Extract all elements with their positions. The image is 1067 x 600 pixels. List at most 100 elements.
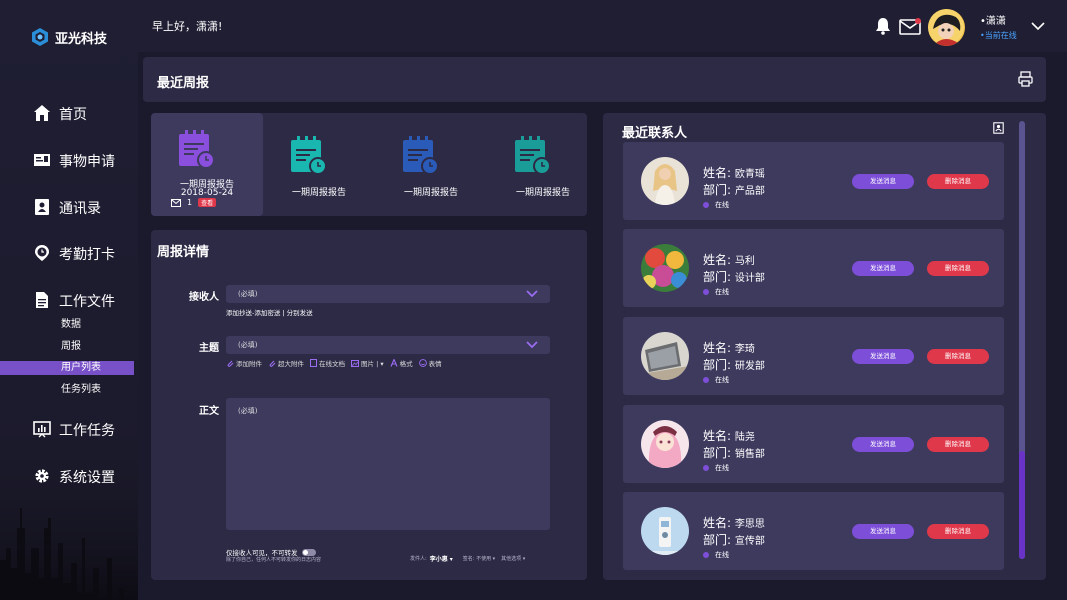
delete-message-button[interactable]: 删除消息 xyxy=(927,261,989,276)
contact-card[interactable]: 姓名: 欧青瑶 部门: 产品部 在线 发送消息 删除消息 xyxy=(623,142,1004,220)
status-dot xyxy=(703,465,709,471)
clock-pin-icon xyxy=(35,245,49,261)
name-label: 姓名: xyxy=(703,516,732,530)
contact-card[interactable]: 姓名: 李琦 部门: 研发部 在线 发送消息 删除消息 xyxy=(623,317,1004,395)
address-book-icon[interactable] xyxy=(993,122,1004,134)
send-message-button[interactable]: 发送消息 xyxy=(852,524,914,539)
nav-item-settings[interactable]: 系统设置 xyxy=(0,465,138,489)
mail-icon[interactable] xyxy=(899,18,921,35)
body-label: 正文 xyxy=(199,406,219,417)
recipient-input[interactable]: (必填) xyxy=(226,285,550,303)
nav-item-work-tasks[interactable]: 工作任务 xyxy=(0,418,138,442)
report-card[interactable]: 一期周报报告 2018-05-24 1 查看 xyxy=(151,113,263,216)
chevron-down-icon[interactable] xyxy=(526,341,538,349)
subnav-item-data[interactable]: 数据 xyxy=(0,318,134,332)
body-placeholder: (必填) xyxy=(238,407,258,415)
details-title: 周报详情 xyxy=(157,245,210,260)
view-badge[interactable]: 查看 xyxy=(198,198,217,207)
nav-item-apply[interactable]: 事物申请 xyxy=(0,149,138,173)
report-label: 一期周报报告 xyxy=(291,188,346,198)
page-title: 最近周报 xyxy=(157,76,210,91)
dept-label: 部门: xyxy=(703,358,732,372)
top-bar: 早上好，潇潇! •潇潇 •当前在线 xyxy=(138,0,1067,52)
contact-dept: 销售部 xyxy=(734,449,765,460)
nav-item-attendance[interactable]: 考勤打卡 xyxy=(0,242,138,266)
user-avatar-image xyxy=(928,9,964,46)
greeting: 早上好，潇潇! xyxy=(152,20,223,33)
report-card[interactable]: 一期周报报告 xyxy=(263,113,375,216)
large-attach-button[interactable]: 超大附件 xyxy=(268,358,304,368)
send-message-button[interactable]: 发送消息 xyxy=(852,349,914,364)
image-button[interactable]: 图片 | ▾ xyxy=(351,358,384,368)
body-textarea[interactable]: (必填) xyxy=(226,398,550,530)
recipient-hint[interactable]: 添加抄送-添加密送 | 分别发送 xyxy=(226,307,313,317)
recent-weekly-header: 最近周报 xyxy=(143,57,1046,102)
sender-select[interactable]: 李小惠 ▾ xyxy=(430,554,453,563)
logo-icon xyxy=(32,28,48,46)
status-dot xyxy=(703,202,709,208)
contacts-scrollbar[interactable] xyxy=(1019,121,1025,559)
contact-photo xyxy=(641,420,689,468)
online-status: 在线 xyxy=(703,287,729,297)
tool-label: 添加附件 xyxy=(236,360,262,368)
delete-message-button[interactable]: 删除消息 xyxy=(927,349,989,364)
attach-button[interactable]: 添加附件 xyxy=(226,358,262,368)
emoji-button[interactable]: 表情 xyxy=(418,358,442,368)
contact-card[interactable]: 姓名: 马利 部门: 设计部 在线 发送消息 删除消息 xyxy=(623,229,1004,307)
visibility-subnote: 除了你自己，任何人不可转发你的日志内容 xyxy=(226,557,322,563)
contact-dept: 宣传部 xyxy=(734,536,765,547)
scrollbar-thumb[interactable] xyxy=(1019,451,1025,559)
send-message-button[interactable]: 发送消息 xyxy=(852,437,914,452)
online-status: 在线 xyxy=(703,200,729,210)
nav-label: 工作任务 xyxy=(59,423,115,439)
other-options-select[interactable]: 其他选项 ▾ xyxy=(501,555,525,562)
dept-label: 部门: xyxy=(703,446,732,460)
dept-label: 部门: xyxy=(703,270,732,284)
chevron-down-icon[interactable] xyxy=(1031,22,1045,31)
subnav-item-user-list[interactable]: 用户列表 xyxy=(0,361,134,375)
logo[interactable]: 亚光科技 xyxy=(30,27,107,47)
status-text: 在线 xyxy=(715,551,729,559)
bell-icon[interactable] xyxy=(875,17,891,35)
status-dot xyxy=(703,289,709,295)
user-status: •当前在线 xyxy=(980,31,1017,40)
send-message-button[interactable]: 发送消息 xyxy=(852,174,914,189)
signature-select[interactable]: 签名: 不使用 ▾ xyxy=(463,555,495,562)
status-dot xyxy=(703,552,709,558)
chevron-down-icon[interactable] xyxy=(526,290,538,298)
online-doc-button[interactable]: 在线文档 xyxy=(310,358,345,368)
report-card[interactable]: 一期周报报告 xyxy=(487,113,599,216)
delete-message-button[interactable]: 删除消息 xyxy=(927,524,989,539)
nav-item-home[interactable]: 首页 xyxy=(0,102,138,126)
calendar-clock-icon xyxy=(403,136,439,175)
printer-icon[interactable] xyxy=(1018,71,1033,87)
recipient-label: 接收人 xyxy=(189,292,219,303)
avatar[interactable] xyxy=(928,9,965,46)
subnav-item-task-list[interactable]: 任务列表 xyxy=(0,383,134,397)
contact-card[interactable]: 姓名: 李思思 部门: 宣传部 在线 发送消息 删除消息 xyxy=(623,492,1004,570)
report-label: 一期周报报告 xyxy=(515,188,570,198)
tool-label: 格式 xyxy=(399,360,413,368)
delete-message-button[interactable]: 删除消息 xyxy=(927,174,989,189)
contact-card[interactable]: 姓名: 陆尧 部门: 销售部 在线 发送消息 删除消息 xyxy=(623,405,1004,483)
editor-toolbar: 添加附件 超大附件 在线文档 图片 | ▾ 格式 表情 xyxy=(226,358,448,368)
contact-photo xyxy=(641,157,689,205)
subnav-item-weekly[interactable]: 周报 xyxy=(0,340,134,354)
subject-placeholder: (必填) xyxy=(238,341,258,349)
format-button[interactable]: 格式 xyxy=(390,358,413,368)
details-panel: 周报详情 接收人 (必填) 添加抄送-添加密送 | 分别发送 主题 (必填) 添… xyxy=(151,230,587,580)
visibility-toggle[interactable] xyxy=(301,548,316,556)
subject-label: 主题 xyxy=(199,343,219,354)
delete-message-button[interactable]: 删除消息 xyxy=(927,437,989,452)
nav-label: 事物申请 xyxy=(59,154,115,170)
nav-item-contacts[interactable]: 通讯录 xyxy=(0,196,138,220)
contacts-title: 最近联系人 xyxy=(622,126,688,141)
send-message-button[interactable]: 发送消息 xyxy=(852,261,914,276)
calendar-clock-icon xyxy=(179,130,215,169)
subject-input[interactable]: (必填) xyxy=(226,336,550,354)
nav-label: 考勤打卡 xyxy=(59,247,115,263)
report-card[interactable]: 一期周报报告 xyxy=(375,113,487,216)
report-count: 1 xyxy=(187,198,193,207)
calendar-clock-icon xyxy=(515,136,551,175)
nav-item-work-files[interactable]: 工作文件 xyxy=(0,289,138,313)
